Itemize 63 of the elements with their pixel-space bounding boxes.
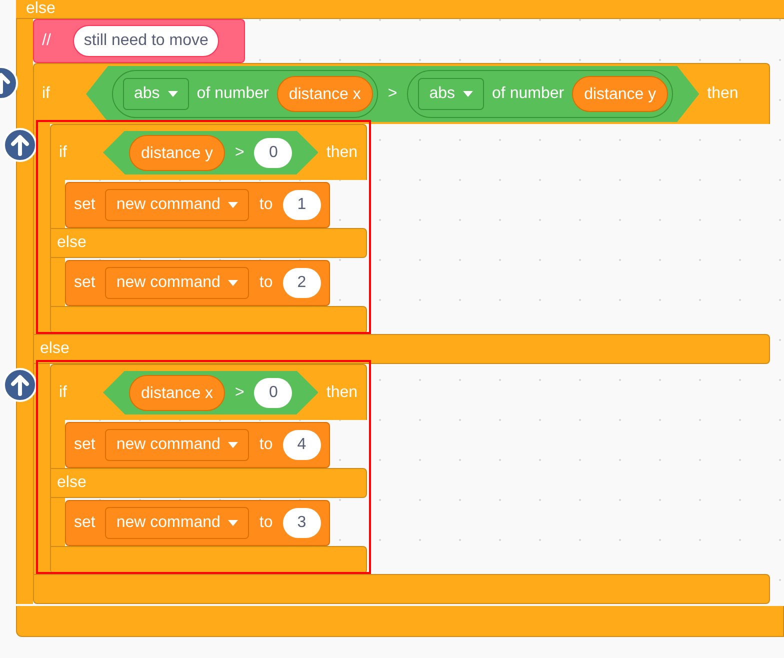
set-block[interactable]: set new command to 3: [65, 500, 330, 546]
else-keyword: else: [57, 474, 86, 492]
to-keyword: to: [259, 274, 273, 292]
set-keyword: set: [74, 196, 96, 214]
operator-label: >: [388, 85, 398, 103]
operator-label: >: [235, 144, 244, 162]
if-keyword: if: [59, 384, 67, 402]
then-keyword: then: [707, 85, 738, 103]
set-keyword: set: [74, 274, 96, 292]
set-block[interactable]: set new command to 4: [65, 422, 330, 468]
variable-dropdown[interactable]: new command: [105, 429, 250, 461]
else-keyword: else: [57, 234, 86, 252]
block-header[interactable]: if distance y > 0 then: [50, 124, 367, 180]
of-number-label: of number: [492, 85, 564, 103]
then-keyword: then: [326, 384, 358, 402]
number-field[interactable]: 0: [254, 138, 292, 168]
variable-dropdown[interactable]: new command: [105, 267, 250, 299]
else-keyword: else: [40, 340, 70, 358]
caret-icon: [228, 280, 238, 286]
else-keyword: else: [26, 0, 56, 18]
number-field[interactable]: 2: [282, 268, 321, 298]
to-keyword: to: [259, 436, 273, 454]
variable-dropdown[interactable]: new command: [105, 507, 250, 539]
number-field[interactable]: 1: [282, 190, 321, 220]
function-dropdown[interactable]: abs: [123, 78, 189, 110]
variable-reporter[interactable]: distance y: [129, 134, 226, 170]
set-keyword: set: [74, 514, 96, 532]
number-field[interactable]: 3: [282, 508, 321, 538]
function-dropdown[interactable]: abs: [418, 78, 484, 110]
if-keyword: if: [59, 144, 67, 162]
block-header[interactable]: if abs of number distance x > abs of number distance y then: [33, 63, 770, 124]
else-bar[interactable]: else: [33, 334, 770, 364]
set-keyword: set: [74, 436, 96, 454]
math-reporter[interactable]: abs of number distance x: [112, 70, 378, 118]
number-field[interactable]: 0: [254, 378, 292, 408]
number-field[interactable]: 4: [282, 430, 321, 460]
to-keyword: to: [259, 514, 273, 532]
math-reporter[interactable]: abs of number distance y: [407, 70, 674, 118]
caret-icon: [463, 91, 474, 97]
variable-reporter[interactable]: distance x: [276, 76, 373, 112]
else-bar[interactable]: else: [50, 468, 367, 498]
set-block[interactable]: set new command to 2: [65, 260, 330, 306]
if-keyword: if: [42, 85, 50, 103]
caret-icon: [228, 202, 238, 208]
to-keyword: to: [259, 196, 273, 214]
comment-symbol: //: [42, 32, 51, 50]
comparison-block[interactable]: distance x > 0: [103, 370, 318, 414]
operator-label: >: [235, 384, 244, 402]
of-number-label: of number: [196, 85, 269, 103]
comparison-block[interactable]: distance y > 0: [103, 130, 318, 174]
then-keyword: then: [326, 144, 358, 162]
caret-icon: [228, 442, 238, 448]
caret-icon: [228, 520, 238, 526]
comment-field[interactable]: still need to move: [72, 25, 220, 57]
else-bar[interactable]: else: [50, 228, 367, 258]
caret-icon: [168, 91, 178, 97]
variable-reporter[interactable]: distance y: [572, 76, 668, 112]
comparison-block[interactable]: abs of number distance x > abs of number distance y: [86, 66, 700, 122]
set-block[interactable]: set new command to 1: [65, 182, 330, 228]
variable-dropdown[interactable]: new command: [105, 189, 250, 221]
comment-block[interactable]: // still need to move: [33, 19, 245, 63]
block-header[interactable]: if distance x > 0 then: [50, 364, 367, 420]
variable-reporter[interactable]: distance x: [129, 374, 226, 410]
